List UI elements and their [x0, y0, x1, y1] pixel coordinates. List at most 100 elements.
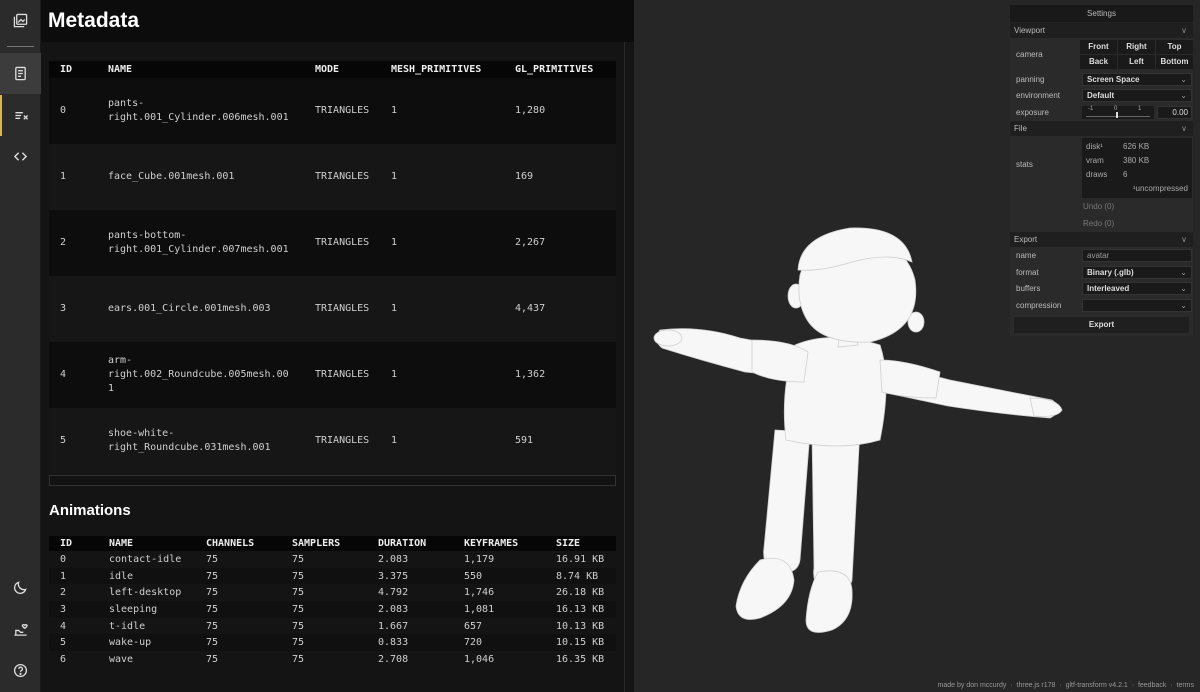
terms-link[interactable]: terms: [1177, 682, 1195, 689]
table-row: 4 arm-right.002_Roundcube.005mesh.001 TR…: [49, 342, 616, 408]
cell-name: arm-right.002_Roundcube.005mesh.001: [97, 342, 304, 408]
camera-front-button[interactable]: Front: [1080, 40, 1117, 54]
panning-label: panning: [1016, 74, 1045, 84]
cell-samplers: 75: [292, 653, 305, 665]
cell-samplers: 75: [281, 634, 367, 652]
camera-right-button[interactable]: Right: [1118, 40, 1155, 54]
cell-channels: 75: [206, 553, 219, 565]
column-header[interactable]: ID: [49, 536, 98, 551]
cell-keyframes: 1,179: [464, 553, 495, 565]
format-row: format Binary (.glb) ⌄: [1010, 264, 1193, 280]
column-header[interactable]: MESH_PRIMITIVES: [380, 61, 504, 78]
settings-header[interactable]: Settings: [1010, 5, 1193, 23]
camera-top-button[interactable]: Top: [1156, 40, 1193, 54]
cell-channels: 75: [206, 620, 219, 632]
chevron-down-icon: ⌄: [1180, 91, 1187, 100]
format-label: format: [1016, 267, 1039, 277]
gallery-icon[interactable]: [0, 0, 41, 41]
camera-back-button[interactable]: Back: [1080, 55, 1117, 69]
vertical-scrollbar[interactable]: [624, 42, 633, 692]
panning-value: Screen Space: [1087, 74, 1140, 84]
sponsor-icon[interactable]: [0, 609, 41, 650]
column-header[interactable]: NAME: [98, 536, 195, 551]
help-icon[interactable]: [0, 650, 41, 691]
feedback-link[interactable]: feedback: [1138, 682, 1166, 689]
camera-left-button[interactable]: Left: [1118, 55, 1155, 69]
compression-label: compression: [1016, 301, 1062, 310]
horizontal-scrollbar[interactable]: [49, 475, 616, 486]
credit-link[interactable]: made by don mccurdy: [938, 682, 1007, 689]
cell-id: 6: [60, 653, 67, 665]
filter-list-icon[interactable]: [0, 95, 41, 136]
cell-name: idle: [98, 567, 195, 585]
redo-button[interactable]: Redo (0): [1010, 215, 1193, 232]
column-header[interactable]: SIZE: [545, 536, 616, 551]
export-name-input[interactable]: avatar: [1082, 249, 1192, 262]
code-icon[interactable]: [0, 136, 41, 177]
buffers-value: Interleaved: [1087, 284, 1130, 293]
environment-select[interactable]: Default ⌄: [1082, 89, 1192, 102]
compression-row: compression ⌄: [1010, 297, 1193, 314]
cell-channels: 75: [206, 653, 219, 665]
cell-name: sleeping: [98, 601, 195, 618]
moon-icon[interactable]: [0, 567, 41, 608]
column-header[interactable]: ID: [49, 61, 97, 78]
file-section-header[interactable]: File ∨: [1010, 121, 1193, 136]
column-header[interactable]: SAMPLERS: [281, 536, 367, 551]
cell-size: 16.13 KB: [545, 601, 616, 618]
column-header[interactable]: GL_PRIMITIVES: [504, 61, 616, 78]
buffers-select[interactable]: Interleaved ⌄: [1082, 282, 1192, 295]
cell-mesh-primitives: 1: [380, 342, 504, 408]
column-header[interactable]: DURATION: [367, 536, 453, 551]
cell-duration: 2.708: [378, 653, 409, 665]
separator: ·: [1170, 682, 1173, 689]
chevron-down-icon: ⌄: [1180, 74, 1187, 84]
cell-name: wave: [109, 653, 134, 665]
table-row: 5 shoe-white-right_Roundcube.031mesh.001…: [49, 408, 616, 474]
export-section-header[interactable]: Export ∨: [1010, 232, 1193, 247]
chevron-down-icon: ⌄: [1180, 284, 1187, 293]
environment-value: Default: [1087, 91, 1115, 100]
gltf-transform-link[interactable]: gltf-transform v4.2.1: [1066, 682, 1128, 689]
cell-samplers: 75: [281, 567, 367, 585]
cell-id: 4: [60, 620, 67, 632]
collapse-icon: ∨: [1181, 26, 1187, 35]
column-header[interactable]: MODE: [304, 61, 380, 78]
cell-mesh-primitives: 1: [380, 78, 504, 144]
viewport-section-label: Viewport: [1014, 26, 1045, 35]
table-header-row: ID NAME CHANNELS SAMPLERS DURATION KEYFR…: [49, 536, 616, 551]
format-select[interactable]: Binary (.glb) ⌄: [1082, 265, 1192, 279]
table-row: 2 pants-bottom-right.001_Cylinder.007mes…: [49, 210, 616, 276]
metadata-panel: Metadata ID NAME MODE MESH_PRIMITIVES GL…: [41, 0, 634, 692]
column-header[interactable]: NAME: [97, 61, 304, 78]
undo-button[interactable]: Undo (0): [1010, 198, 1193, 215]
document-icon[interactable]: [0, 53, 41, 94]
exposure-input[interactable]: 0.00: [1157, 106, 1192, 119]
compression-select[interactable]: ⌄: [1082, 299, 1192, 312]
panning-row: panning Screen Space ⌄: [1010, 71, 1193, 87]
cell-mesh-primitives: 1: [380, 408, 504, 474]
viewport-section-header[interactable]: Viewport ∨: [1010, 23, 1193, 38]
camera-label: camera: [1016, 50, 1043, 59]
exposure-slider[interactable]: -1 0 1: [1082, 106, 1154, 119]
panning-select[interactable]: Screen Space ⌄: [1082, 72, 1192, 86]
cell-mesh-primitives: 1: [380, 144, 504, 210]
cell-gl-primitives: 2,267: [504, 210, 616, 276]
buffers-row: buffers Interleaved ⌄: [1010, 280, 1193, 297]
rail-divider: [7, 46, 34, 47]
cell-mode: TRIANGLES: [304, 210, 380, 276]
export-button[interactable]: Export: [1014, 317, 1189, 333]
threejs-link[interactable]: three.js r178: [1017, 682, 1056, 689]
column-header[interactable]: CHANNELS: [195, 536, 281, 551]
cell-mode: TRIANGLES: [304, 144, 380, 210]
cell-gl-primitives: 1,280: [504, 78, 616, 144]
cell-name: wake-up: [98, 634, 195, 652]
slider-handle[interactable]: [1116, 112, 1118, 118]
slider-track: [1086, 116, 1150, 117]
camera-bottom-button[interactable]: Bottom: [1156, 55, 1193, 69]
cell-id: 3: [49, 276, 97, 342]
cell-keyframes: 720: [453, 634, 545, 652]
column-header[interactable]: KEYFRAMES: [453, 536, 545, 551]
cell-channels: 75: [195, 601, 281, 618]
footer: made by don mccurdy · three.js r178 · gl…: [938, 682, 1194, 689]
